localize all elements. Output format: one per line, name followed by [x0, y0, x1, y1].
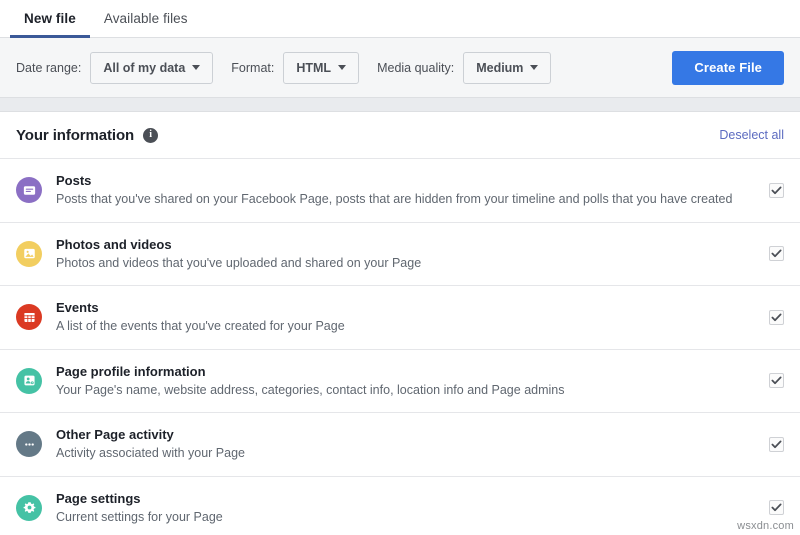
table-row[interactable]: Photos and videos Photos and videos that…	[0, 223, 800, 287]
row-description: Your Page's name, website address, categ…	[56, 382, 755, 398]
row-title: Events	[56, 300, 755, 316]
row-title: Page settings	[56, 491, 755, 507]
row-text: Events A list of the events that you've …	[56, 300, 755, 335]
format-label: Format:	[231, 61, 274, 75]
events-calendar-icon	[16, 304, 42, 330]
format-value: HTML	[296, 61, 331, 75]
media-quality-label: Media quality:	[377, 61, 454, 75]
watermark: wsxdn.com	[737, 520, 794, 532]
filter-toolbar: Date range: All of my data Format: HTML …	[0, 38, 800, 98]
row-text: Other Page activity Activity associated …	[56, 427, 755, 462]
row-checkbox[interactable]	[769, 437, 784, 452]
row-checkbox[interactable]	[769, 500, 784, 515]
profile-info-icon	[16, 368, 42, 394]
date-range-value: All of my data	[103, 61, 185, 75]
table-row[interactable]: Other Page activity Activity associated …	[0, 413, 800, 477]
table-row[interactable]: Events A list of the events that you've …	[0, 286, 800, 350]
media-quality-dropdown[interactable]: Medium	[463, 52, 551, 84]
media-quality-value: Medium	[476, 61, 523, 75]
tab-new-file[interactable]: New file	[10, 0, 90, 37]
row-checkbox[interactable]	[769, 246, 784, 261]
row-title: Other Page activity	[56, 427, 755, 443]
create-file-button[interactable]: Create File	[672, 51, 784, 85]
format-dropdown[interactable]: HTML	[283, 52, 359, 84]
table-row[interactable]: Posts Posts that you've shared on your F…	[0, 159, 800, 223]
row-title: Page profile information	[56, 364, 755, 380]
photos-videos-icon	[16, 241, 42, 267]
row-text: Posts Posts that you've shared on your F…	[56, 173, 755, 208]
table-row[interactable]: Page settings Current settings for your …	[0, 477, 800, 535]
your-information-header: Your information i Deselect all	[0, 112, 800, 159]
row-checkbox[interactable]	[769, 183, 784, 198]
deselect-all-link[interactable]: Deselect all	[719, 128, 784, 142]
posts-icon	[16, 177, 42, 203]
information-category-list: Posts Posts that you've shared on your F…	[0, 159, 800, 535]
chevron-down-icon	[338, 65, 346, 70]
row-title: Posts	[56, 173, 755, 189]
download-your-information-page: New file Available files Date range: All…	[0, 0, 800, 535]
row-text: Photos and videos Photos and videos that…	[56, 237, 755, 272]
page-title: Your information	[16, 127, 134, 144]
row-title: Photos and videos	[56, 237, 755, 253]
table-row[interactable]: Page profile information Your Page's nam…	[0, 350, 800, 414]
row-checkbox[interactable]	[769, 310, 784, 325]
chevron-down-icon	[192, 65, 200, 70]
date-range-label: Date range:	[16, 61, 81, 75]
row-description: Posts that you've shared on your Faceboo…	[56, 191, 755, 207]
chevron-down-icon	[530, 65, 538, 70]
row-text: Page settings Current settings for your …	[56, 491, 755, 526]
row-checkbox[interactable]	[769, 373, 784, 388]
row-text: Page profile information Your Page's nam…	[56, 364, 755, 399]
row-description: Current settings for your Page	[56, 509, 755, 525]
section-divider-band	[0, 98, 800, 112]
tab-available-files-label: Available files	[104, 11, 188, 26]
tab-available-files[interactable]: Available files	[90, 0, 202, 37]
ellipsis-icon	[16, 431, 42, 457]
row-description: Photos and videos that you've uploaded a…	[56, 255, 755, 271]
tab-bar: New file Available files	[0, 0, 800, 38]
info-icon[interactable]: i	[143, 128, 158, 143]
row-description: A list of the events that you've created…	[56, 318, 755, 334]
date-range-dropdown[interactable]: All of my data	[90, 52, 213, 84]
row-description: Activity associated with your Page	[56, 445, 755, 461]
tab-new-file-label: New file	[24, 11, 76, 26]
gear-icon	[16, 495, 42, 521]
